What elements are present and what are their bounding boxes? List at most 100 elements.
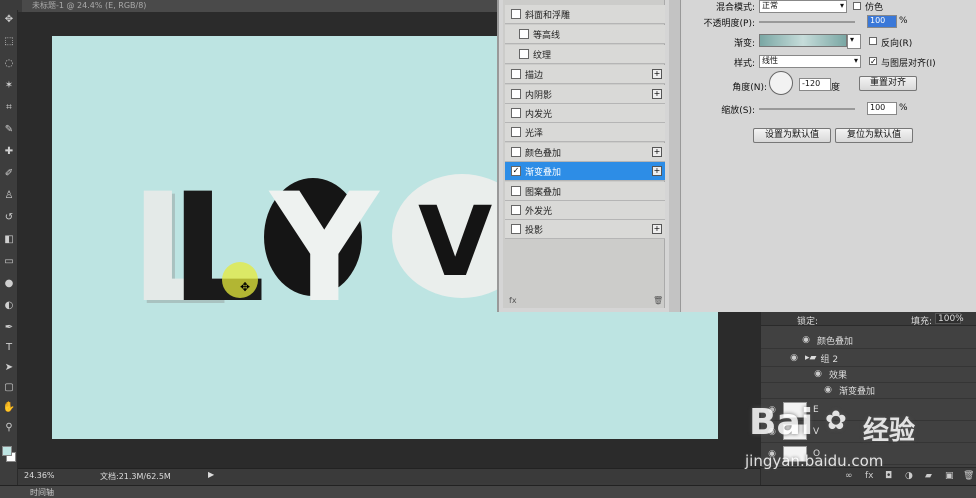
add-icon[interactable]: + [652,69,662,79]
align-layer-checkbox[interactable]: ✓ [869,57,877,66]
layer-group-row[interactable]: ◉ ▸▰ 组 2 [761,350,976,367]
type-icon[interactable]: T [2,340,16,354]
style-item-inner-shadow[interactable]: 内阴影 + [505,85,665,104]
checkbox[interactable] [511,108,521,118]
scale-input[interactable]: 100 [867,102,897,115]
checkbox[interactable] [511,147,521,157]
eye-icon[interactable]: ◉ [813,369,823,379]
chevron-down-icon[interactable]: ▾ [847,34,861,49]
layer-effect-row[interactable]: ◉ 渐变叠加 [761,382,976,399]
dodge-icon[interactable]: ◐ [2,298,16,312]
eye-icon[interactable]: ◉ [823,385,833,395]
style-item-contour[interactable]: 等高线 [505,25,665,44]
style-item-outer-glow[interactable]: 外发光 [505,201,665,220]
gradient-picker[interactable] [759,34,847,47]
checkbox-checked[interactable]: ✓ [511,166,521,176]
angle-dial[interactable] [769,71,793,95]
status-arrow-icon[interactable]: ▶ [208,470,214,479]
letter-l-dark: L [170,162,266,336]
opacity-slider[interactable] [759,21,855,23]
angle-input[interactable]: -120 [799,78,831,91]
style-item-bevel[interactable]: 斜面和浮雕 [505,5,665,24]
lasso-icon[interactable]: ◌ [2,56,16,70]
reverse-checkbox[interactable] [869,37,877,45]
checkbox[interactable] [511,127,521,137]
layer-effects-row[interactable]: ◉ 效果 [761,366,976,383]
checkbox[interactable] [511,186,521,196]
opacity-input[interactable]: 100 [867,15,897,28]
checkbox[interactable] [511,224,521,234]
checkbox[interactable] [511,69,521,79]
marquee-icon[interactable]: ⬚ [2,34,16,48]
blend-mode-select[interactable]: 正常 ▾ [759,0,847,13]
add-icon[interactable]: + [652,89,662,99]
document-tab[interactable]: 未标题-1 @ 24.4% (E, RGB/8) [22,0,497,12]
new-layer-icon[interactable]: ▣ [945,471,954,481]
style-item-drop-shadow[interactable]: 投影 + [505,220,665,239]
link-icon[interactable]: ∞ [845,471,853,481]
eraser-icon[interactable]: ◧ [2,232,16,246]
crop-icon[interactable]: ⌗ [2,100,16,114]
eye-icon[interactable]: ◉ [767,405,777,415]
add-icon[interactable]: + [652,224,662,234]
move-icon[interactable]: ✥ [2,12,16,26]
layers-footer: ∞ fx ◘ ◑ ▰ ▣ 🗑 [761,467,976,485]
layer-row[interactable]: ◉ V [761,422,976,443]
eye-icon[interactable]: ◉ [767,427,777,437]
history-brush-icon[interactable]: ↺ [2,210,16,224]
gradient-icon[interactable]: ▭ [2,254,16,268]
style-item-satin[interactable]: 光泽 [505,123,665,142]
shape-icon[interactable]: ▢ [2,380,16,394]
heal-icon[interactable]: ✚ [2,144,16,158]
style-item-inner-glow[interactable]: 内发光 [505,104,665,123]
pen-icon[interactable]: ✒ [2,320,16,334]
fill-input[interactable]: 100% [935,313,964,324]
path-select-icon[interactable]: ➤ [2,360,16,374]
style-item-pattern-overlay[interactable]: 图案叠加 [505,182,665,201]
timeline-panel[interactable]: 时间轴 [0,485,976,498]
layer-thumbnail [783,424,807,440]
trash-icon[interactable]: 🗑 [963,471,974,481]
fx-icon[interactable]: fx [865,471,874,481]
folder-icon[interactable]: ▰ [925,471,932,481]
layer-row[interactable]: ◉ O [761,444,976,465]
layer-effect-row[interactable]: ◉ 颜色叠加 [761,332,976,349]
layer-row[interactable]: ◉ E [761,400,976,421]
eye-icon[interactable]: ◉ [767,449,777,459]
blur-icon[interactable]: ● [2,276,16,290]
reset-align-button[interactable]: 重置对齐 [859,76,917,91]
style-item-stroke[interactable]: 描边 + [505,65,665,84]
eye-icon[interactable]: ◉ [789,353,799,363]
brush-icon[interactable]: ✐ [2,166,16,180]
checkbox[interactable] [519,49,529,59]
hand-icon[interactable]: ✋ [2,400,16,414]
dither-checkbox[interactable] [853,2,861,10]
zoom-level[interactable]: 24.36% [24,471,55,480]
stamp-icon[interactable]: ♙ [2,188,16,202]
checkbox[interactable] [511,205,521,215]
letter-y-light: Y [270,162,379,336]
document-size: 文档:21.3M/62.5M [100,472,171,481]
checkbox[interactable] [511,89,521,99]
adjustment-icon[interactable]: ◑ [905,471,913,481]
eye-icon[interactable]: ◉ [801,335,811,345]
trash-icon[interactable]: 🗑 [653,296,663,305]
add-icon[interactable]: + [652,147,662,157]
magic-wand-icon[interactable]: ✶ [2,78,16,92]
mask-icon[interactable]: ◘ [885,471,892,481]
zoom-icon[interactable]: ⚲ [2,420,16,434]
eyedropper-icon[interactable]: ✎ [2,122,16,136]
style-select[interactable]: 线性 ▾ [759,55,861,68]
style-item-color-overlay[interactable]: 颜色叠加 + [505,143,665,162]
foreground-color-swatch[interactable] [2,446,12,456]
set-default-button[interactable]: 设置为默认值 [753,128,831,143]
tools-panel: ✥ ⬚ ◌ ✶ ⌗ ✎ ✚ ✐ ♙ ↺ ◧ ▭ ● ◐ ✒ T ➤ ▢ ✋ ⚲ [0,10,18,485]
reset-default-button[interactable]: 复位为默认值 [835,128,913,143]
scale-slider[interactable] [759,108,855,110]
add-icon[interactable]: + [652,166,662,176]
style-item-gradient-overlay[interactable]: ✓ 渐变叠加 + [505,162,665,181]
style-item-texture[interactable]: 纹理 [505,45,665,64]
checkbox[interactable] [511,9,521,19]
fx-icon[interactable]: fx [509,296,517,305]
checkbox[interactable] [519,29,529,39]
